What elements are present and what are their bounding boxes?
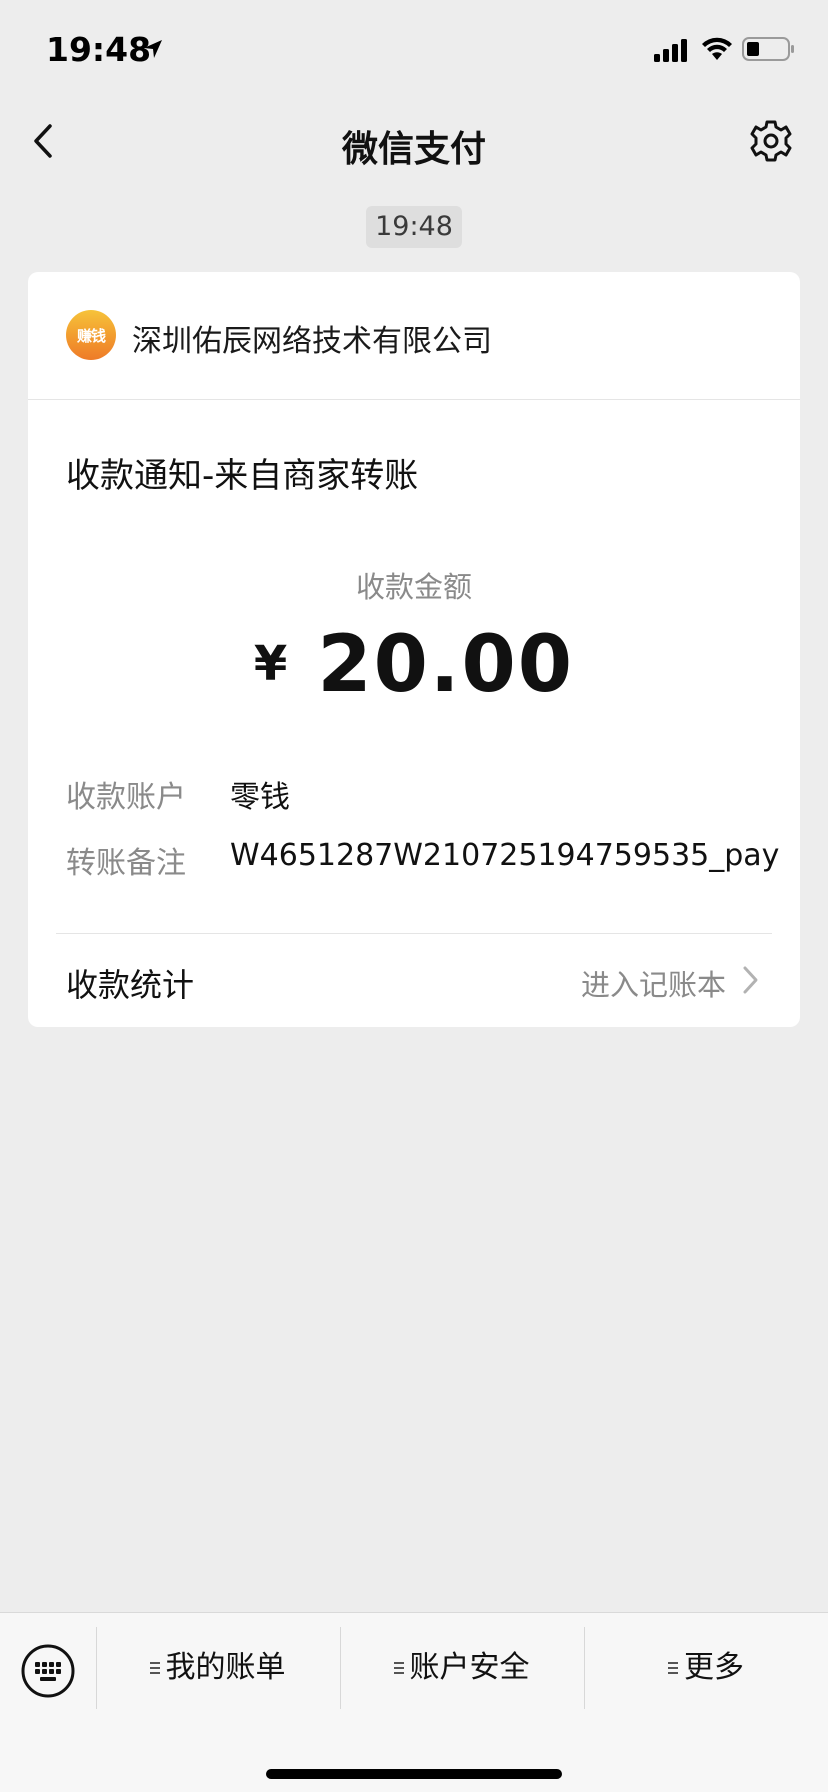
menu-item-label: 账户安全: [409, 1650, 530, 1685]
nav-bar: 微信支付: [0, 100, 828, 182]
keyboard-icon[interactable]: [20, 1643, 76, 1699]
message-timestamp: 19:48: [366, 206, 462, 248]
detail-label: 收款账户: [66, 780, 186, 815]
menu-lines-icon: [393, 1661, 404, 1676]
notice-title: 收款通知-来自商家转账: [66, 456, 419, 496]
menu-item-more[interactable]: 更多: [584, 1627, 828, 1709]
amount-label: 收款金额: [355, 570, 472, 604]
merchant-logo-text: 赚钱: [76, 327, 106, 345]
stats-row[interactable]: 收款统计 进入记账本: [28, 934, 800, 1027]
menu-lines-icon: [149, 1661, 160, 1676]
amount-value: 20.00: [317, 620, 575, 710]
currency-symbol: ¥: [253, 636, 288, 692]
gear-icon[interactable]: [748, 118, 794, 164]
menu-item-label: 我的账单: [165, 1650, 286, 1685]
detail-row-account: 收款账户 零钱: [66, 772, 786, 816]
detail-value: 零钱: [230, 780, 290, 815]
merchant-header[interactable]: 赚钱 深圳佑辰网络技术有限公司: [28, 272, 800, 400]
amount-row: ¥20.00: [28, 620, 800, 710]
merchant-logo: 赚钱: [66, 310, 116, 360]
menu-lines-icon: [668, 1661, 678, 1676]
detail-row-remark: 转账备注 W4651287W210725194759535_pay: [66, 838, 786, 882]
ledger-link[interactable]: 进入记账本: [581, 962, 726, 1004]
status-bar: 19:48: [0, 0, 828, 100]
location-arrow-icon: [144, 40, 162, 58]
menu-item-my-bills[interactable]: 我的账单: [96, 1627, 339, 1709]
menu-item-label: 更多: [684, 1650, 744, 1685]
home-indicator: [266, 1769, 562, 1779]
payment-notification-card[interactable]: 赚钱 深圳佑辰网络技术有限公司 收款通知-来自商家转账 收款金额 ¥20.00 …: [28, 272, 800, 1027]
wifi-icon: [702, 37, 732, 60]
bottom-menu-bar: 我的账单 账户安全 更多: [0, 1612, 828, 1792]
menu-item-account-security[interactable]: 账户安全: [340, 1627, 583, 1709]
page-title: 微信支付: [341, 129, 486, 170]
battery-icon: [742, 37, 794, 61]
detail-value: W4651287W210725194759535_pay: [230, 838, 780, 873]
status-time: 19:48: [46, 30, 152, 69]
detail-label: 转账备注: [66, 846, 186, 881]
cellular-signal-icon: [654, 39, 687, 62]
merchant-name: 深圳佑辰网络技术有限公司: [132, 324, 492, 359]
stats-label: 收款统计: [66, 966, 195, 1004]
chevron-right-icon: [743, 966, 758, 994]
